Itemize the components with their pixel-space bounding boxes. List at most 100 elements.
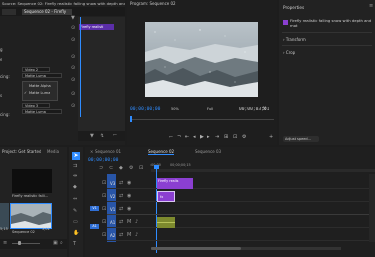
clip-v2[interactable]: fx [157,191,175,202]
track-select-tool-icon[interactable]: ⇉ [73,164,77,169]
program-timecode-current[interactable]: 00;00;00;00 [130,107,160,112]
sync-lock-icon[interactable]: ⇄ [119,220,123,225]
timeline-scroll-area[interactable] [369,174,375,242]
menu-item-matte-luma[interactable]: Matte Luma [29,91,50,95]
mark-in-icon[interactable]: ⌐ [169,135,173,140]
wrench-program-icon[interactable]: ⚒ [262,107,266,112]
timeline-ruler[interactable] [151,169,375,172]
project-thumb-left[interactable] [0,203,9,229]
clip-v3[interactable]: Firefly realis [157,178,193,189]
lock-icon[interactable]: ⊡ [102,181,106,186]
timeline-hscroll-thumb[interactable] [151,247,241,250]
ripple-tool-icon[interactable]: ⇹ [73,174,77,179]
lift-icon[interactable]: ⊞ [224,135,228,140]
settings-icon[interactable]: ⚙ [242,135,246,140]
quality-select[interactable]: Full [205,107,219,112]
add-button-icon[interactable]: + [269,135,273,140]
razor-tool-icon[interactable]: ◆ [73,185,77,190]
filter-icon[interactable]: ▼ [71,16,75,21]
media-tab[interactable]: Media [47,149,59,154]
keyframe4-icon[interactable]: ⊙ [71,92,75,97]
composite-select-1[interactable]: Matte Luma [22,73,62,78]
playhead-handle[interactable] [154,165,159,169]
source-tab[interactable]: Sequence 02 - Firefly [22,9,72,15]
add-marker-icon[interactable]: ◆ [119,166,123,171]
section-crop[interactable]: › Crop [283,50,295,55]
new-item-icon[interactable]: ▣ [53,241,58,246]
keyframe3-icon[interactable]: ⊙ [71,78,75,83]
mute-icon[interactable]: M [127,233,131,238]
link-icon[interactable]: ⊙ [71,38,75,43]
pen-tool-icon[interactable]: ✎ [73,209,77,214]
keyframe-icon[interactable]: ⊙ [71,55,75,60]
go-to-in-icon[interactable]: ⇤ [185,135,189,140]
section-transform[interactable]: › Transform [283,37,306,42]
zoom-slider[interactable] [12,243,40,244]
track-name-v3[interactable]: V3 [110,181,115,186]
track-name-a1[interactable]: A1 [110,220,115,225]
lock-icon[interactable]: ⊡ [102,233,106,238]
step-forward-icon[interactable]: ▸ [207,135,210,140]
sync-lock-icon[interactable]: ⇄ [119,194,123,199]
sync-lock-icon[interactable]: ⇄ [119,207,123,212]
mic-icon[interactable]: ♪ [135,233,138,238]
play-icon[interactable]: ▶ [200,135,204,140]
snap-timeline-icon[interactable]: ⊃ [99,166,103,171]
source-playhead[interactable] [80,17,81,117]
go-to-out-icon[interactable]: ⇥ [215,135,219,140]
project-item-name-0[interactable]: Firefly realistic falli... [12,194,58,198]
funnel-icon[interactable]: ▼ [90,134,94,139]
zoom-select[interactable]: 50% [169,107,185,112]
type-tool-icon[interactable]: T [73,242,76,247]
step-back-icon[interactable]: ◂ [193,135,196,140]
selection-tool-icon[interactable]: ➤ [72,152,80,160]
source-tab-icon[interactable] [2,9,16,15]
timeline-tab-2[interactable]: Sequence 03 [195,149,221,154]
project-thumb-0[interactable] [12,169,52,193]
sync-lock-icon[interactable]: ⇄ [119,233,123,238]
program-playhead[interactable] [130,116,132,122]
slip-tool-icon[interactable]: ⇔ [73,197,77,202]
source-patch-v1[interactable]: V1 [90,206,99,211]
eye-icon[interactable]: ◉ [127,207,131,212]
hand-tool-icon[interactable]: ✋ [73,231,79,236]
timeline-settings-icon[interactable]: ⚙ [129,166,133,171]
project-item-name-1[interactable]: Sequence 02 [12,230,35,234]
lock-icon[interactable]: ⊡ [102,220,106,225]
mute-icon[interactable]: M [127,220,131,225]
sync-lock-icon[interactable]: ⇄ [119,181,123,186]
lock-icon[interactable]: ⊡ [102,207,106,212]
timeline-tab-1[interactable]: Sequence 02 [148,149,175,155]
menu-item-matte-alpha[interactable]: Matte Alpha [29,84,51,88]
project-thumb-1[interactable] [10,203,52,229]
lock-icon[interactable]: ⊡ [102,194,106,199]
eye-icon[interactable]: ◉ [127,181,131,186]
timeline-timecode[interactable]: 00;00;00;00 [88,158,118,163]
program-scrub-bar[interactable] [130,119,274,120]
source-patch-a1[interactable]: A1 [90,224,99,229]
adjust-speed-button[interactable]: Adjust speed... [283,136,319,142]
track-name-v2[interactable]: V2 [110,194,115,199]
track-select-2[interactable]: Video 3 [22,103,50,108]
source-clip[interactable]: Firefly realisti [79,24,114,30]
mark-out-icon[interactable]: ¬ [177,135,181,140]
zoom-slider-handle[interactable] [18,241,21,245]
rectangle-tool-icon[interactable]: ▭ [73,220,78,225]
eye-icon[interactable]: ◉ [127,194,131,199]
scrollbar-icon[interactable]: ⌐ [113,133,117,138]
keyframe2-icon[interactable]: ⊙ [71,66,75,71]
composite-select-2[interactable]: Matte Luma [22,109,62,114]
track-name-a2[interactable]: A2 [110,233,115,238]
export-frame-icon[interactable]: ⊡ [233,135,237,140]
track-select-1[interactable]: Video 2 [22,67,50,72]
timeline-close-icon[interactable]: × [90,149,93,154]
keyframe5-icon[interactable]: ⊙ [71,104,75,109]
linked-selection-icon[interactable]: ⊂ [109,166,113,171]
timeline-tab-0[interactable]: Sequence 01 [95,149,121,154]
mic-icon[interactable]: ♪ [135,220,138,225]
snap-icon[interactable]: ⊙ [71,26,75,31]
wrench-icon[interactable]: ↯ [100,134,104,139]
track-name-v1[interactable]: V1 [110,207,115,212]
properties-menu-icon[interactable]: ≡ [369,4,373,9]
list-view-icon[interactable]: ≡ [3,241,7,246]
